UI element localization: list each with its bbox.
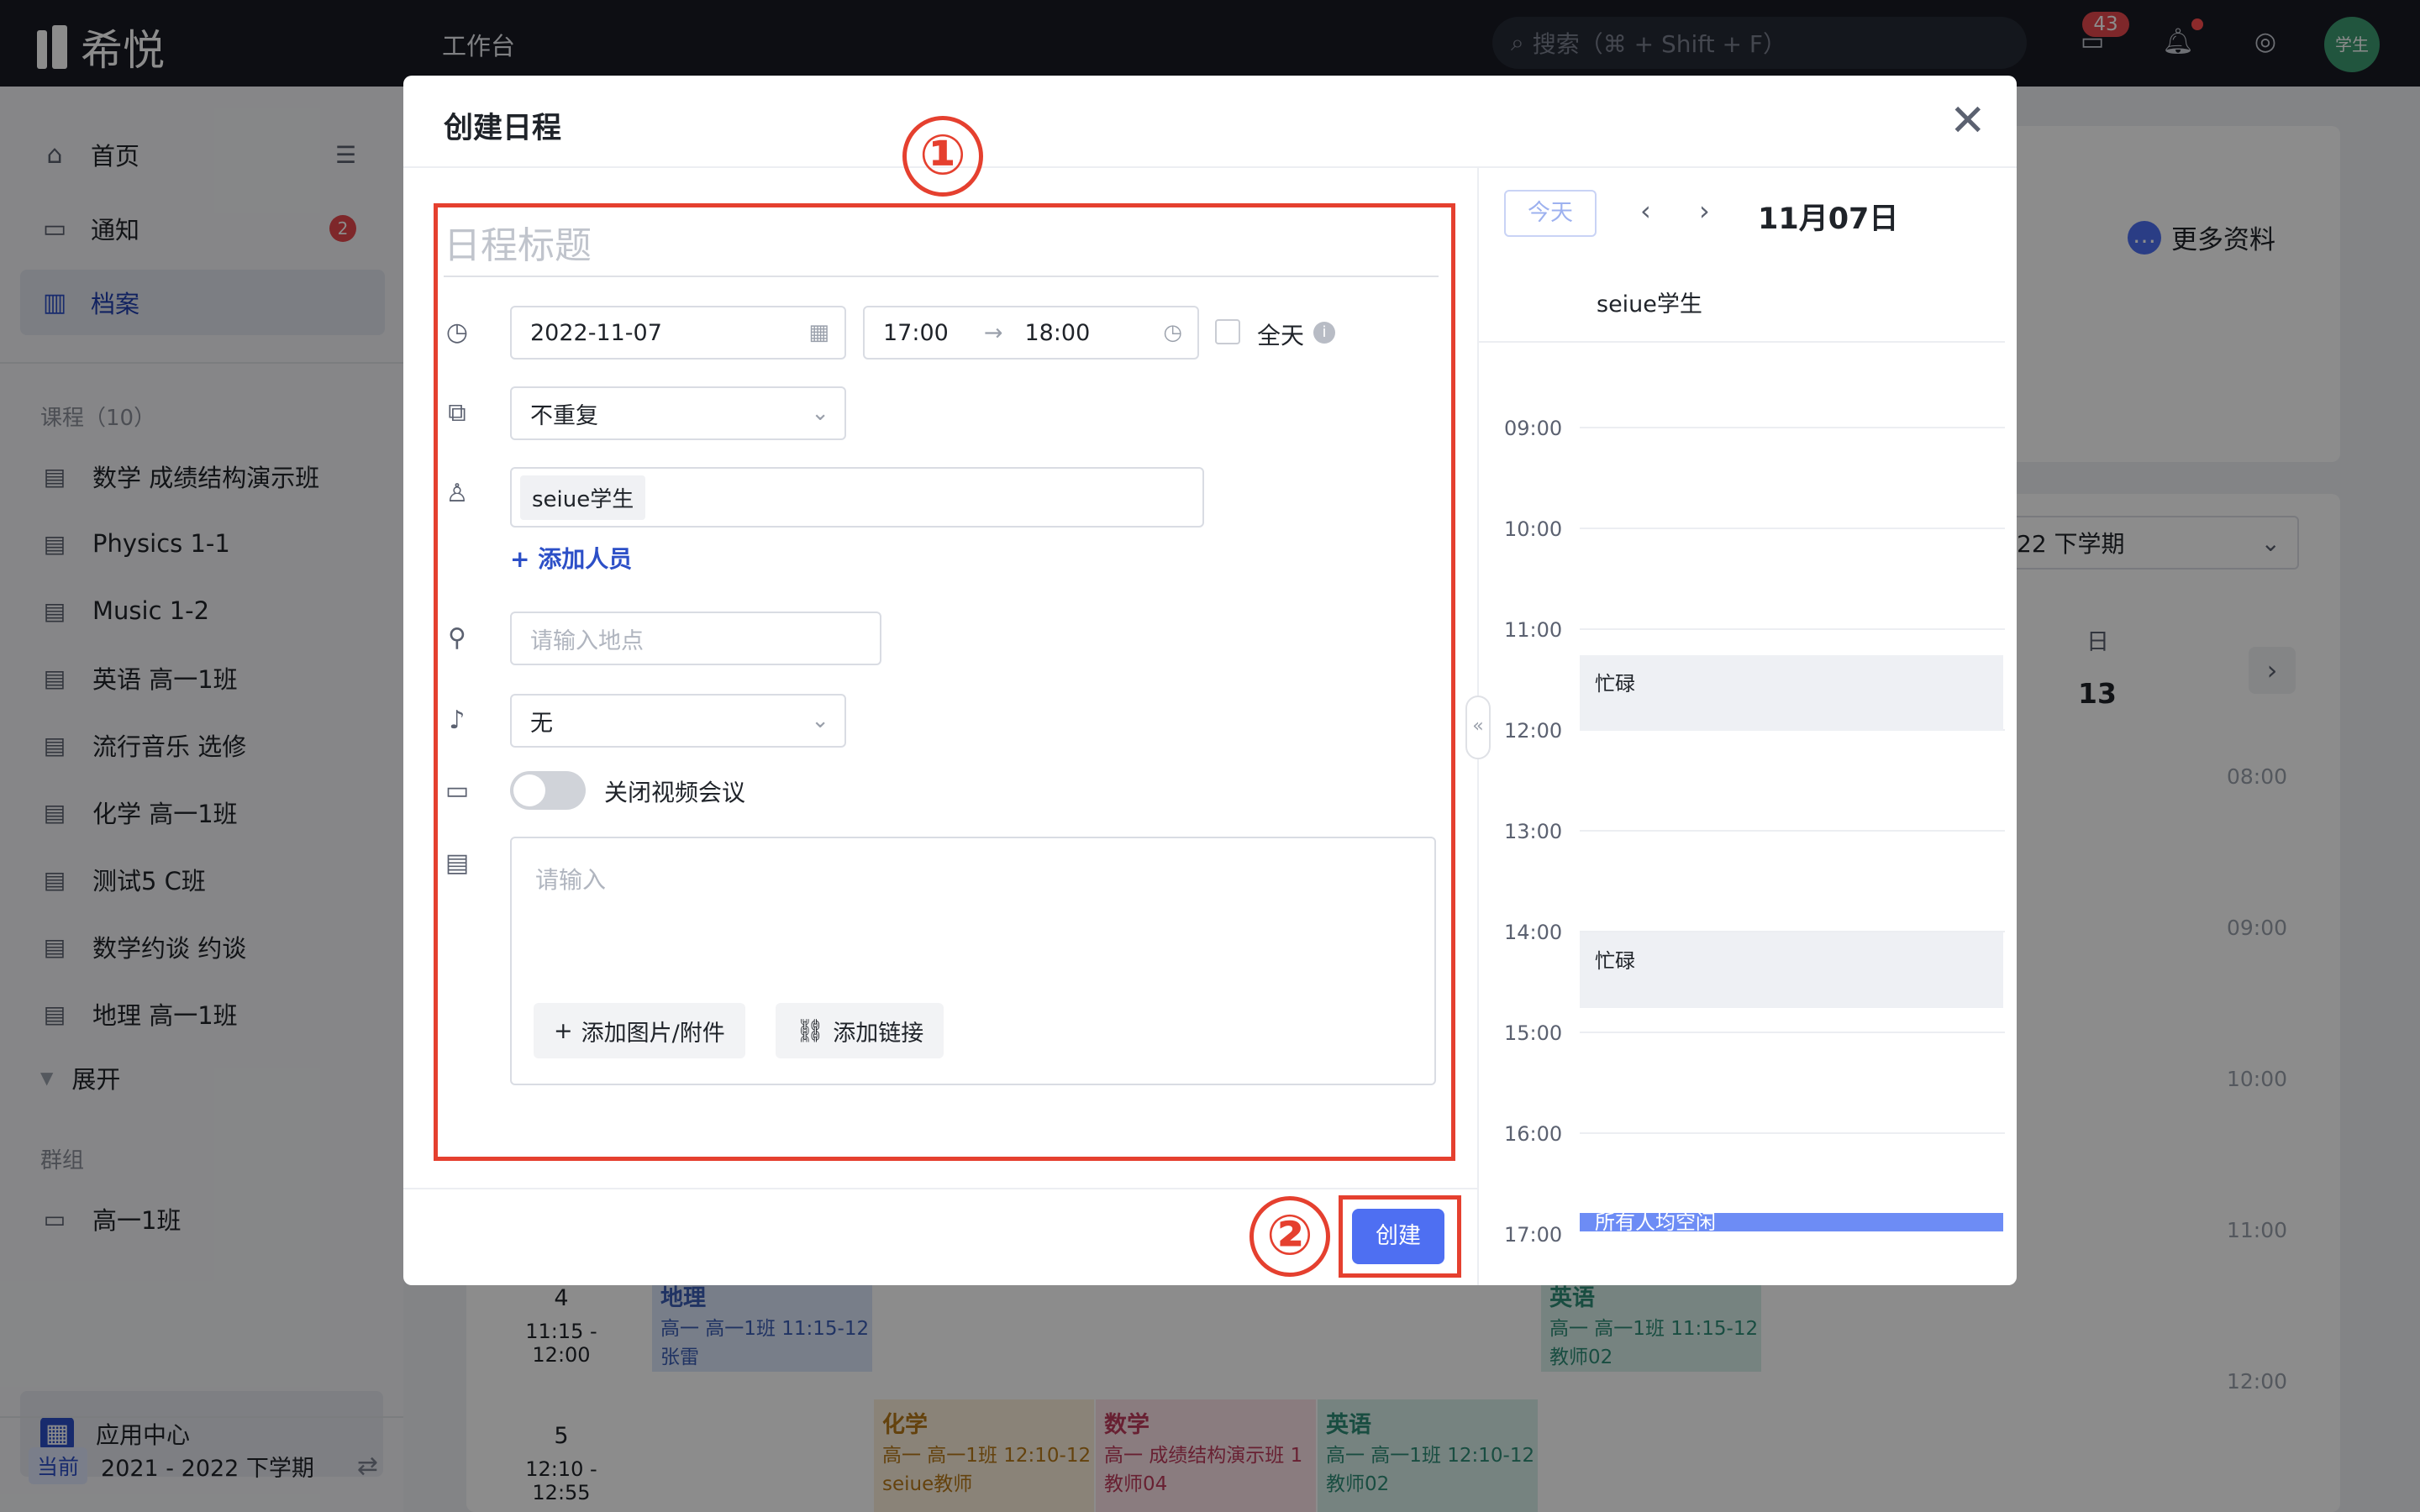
busy-block[interactable]: 忙碌 (1580, 932, 2003, 1008)
hour-label: 11:00 (1504, 618, 1563, 642)
hour-label: 12:00 (1504, 719, 1563, 743)
collapse-panel-button[interactable]: « (1465, 696, 1491, 759)
footer-divider (403, 1188, 1477, 1189)
modal-header: 创建日程 ✕ (403, 76, 2017, 168)
annotation-marker-1: ① (902, 116, 983, 197)
hour-line (1580, 628, 2005, 630)
hour-line (1580, 528, 2005, 529)
today-button[interactable]: 今天 (1504, 190, 1597, 237)
hour-line (1580, 830, 2005, 832)
free-slot-event[interactable]: 所有人均空闲 (1580, 1213, 2003, 1231)
annotation-box-form (434, 203, 1455, 1161)
calendar-date: 11月07日 (1758, 202, 1899, 236)
hour-label: 16:00 (1504, 1122, 1563, 1146)
modal-title: 创建日程 (444, 112, 562, 145)
hour-label: 10:00 (1504, 517, 1563, 541)
calendar-owner: seiue学生 (1597, 291, 1702, 318)
hour-label: 17:00 (1504, 1223, 1563, 1247)
hour-label: 15:00 (1504, 1021, 1563, 1045)
hour-label: 09:00 (1504, 417, 1563, 440)
hour-line (1580, 427, 2005, 428)
close-icon[interactable]: ✕ (1949, 96, 1986, 146)
hour-label: 13:00 (1504, 820, 1563, 843)
calendar-divider (1477, 341, 2005, 343)
prev-day-icon[interactable]: ‹ (1640, 195, 1651, 227)
annotation-marker-2: ② (1249, 1196, 1330, 1277)
create-button[interactable]: 创建 (1352, 1209, 1444, 1264)
hour-label: 14:00 (1504, 921, 1563, 944)
hour-line (1580, 1032, 2005, 1033)
next-day-icon[interactable]: › (1699, 195, 1710, 227)
busy-block[interactable]: 忙碌 (1580, 655, 2003, 731)
hour-line (1580, 1132, 2005, 1134)
